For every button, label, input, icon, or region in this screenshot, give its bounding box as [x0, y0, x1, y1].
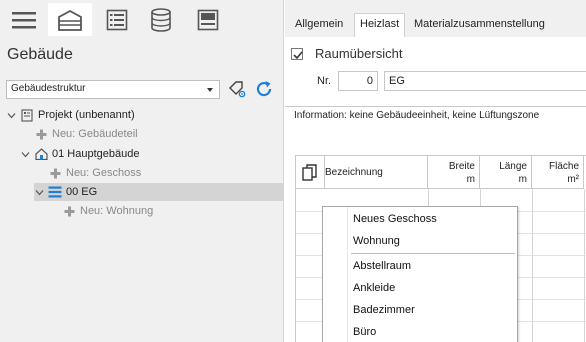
column-title: Fläche — [548, 161, 579, 172]
building-view-button[interactable] — [48, 3, 92, 36]
room-form: Raumübersicht Nr. 0 EG — [285, 37, 586, 107]
list-icon — [106, 9, 128, 30]
panel-icon — [197, 9, 219, 30]
tree-item-main-building[interactable]: 01 Hauptgebäude — [20, 145, 284, 163]
panel-view-button[interactable] — [186, 3, 230, 36]
tab-allgemein[interactable]: Allgemein — [290, 14, 348, 36]
tree-item-project[interactable]: Projekt (unbenannt) — [6, 106, 284, 124]
menu-item-new-floor[interactable]: Neues Geschoss — [349, 208, 517, 230]
left-panel: Gebäude Gebäudestruktur Projekt (unbenan… — [0, 0, 284, 342]
structure-select[interactable]: Gebäudestruktur — [6, 80, 220, 99]
context-menu: Neues Geschoss Wohnung Abstellraum Ankle… — [322, 206, 518, 342]
panel-title: Gebäude — [7, 46, 73, 63]
grid-header-laenge[interactable]: Länge m — [480, 156, 532, 189]
add-icon — [34, 127, 48, 141]
tree-item-label: 01 Hauptgebäude — [52, 148, 140, 160]
tag-settings-button[interactable] — [227, 79, 247, 99]
column-title: Länge — [499, 161, 527, 172]
tab-materialzusammenstellung[interactable]: Materialzusammenstellung — [409, 14, 550, 36]
column-title: Bezeichnung — [325, 167, 383, 178]
database-button[interactable] — [139, 3, 183, 36]
tree-item-new-floor[interactable]: Neu: Geschoss — [34, 164, 284, 182]
nr-label: Nr. — [317, 75, 332, 87]
database-icon — [151, 7, 171, 32]
project-icon — [20, 108, 34, 122]
menu-item-office[interactable]: Büro — [349, 321, 517, 342]
menu-separator — [351, 253, 515, 254]
chevron-down-icon[interactable] — [34, 187, 44, 197]
menu-item-dressing-room[interactable]: Ankleide — [349, 277, 517, 299]
checkmark-icon — [293, 51, 303, 60]
room-overview-label: Raumübersicht — [315, 46, 403, 61]
tag-gear-icon — [229, 81, 246, 98]
menu-button[interactable] — [2, 3, 46, 36]
icon-toolbar — [0, 0, 284, 37]
room-overview-checkbox[interactable] — [291, 48, 303, 60]
house-icon — [34, 147, 48, 161]
building-icon — [58, 9, 82, 31]
name-input[interactable]: EG — [384, 71, 586, 91]
nr-input[interactable]: 0 — [338, 71, 378, 91]
chevron-down-icon[interactable] — [20, 149, 30, 159]
tree-item-label: Neu: Gebäudeteil — [52, 128, 138, 140]
column-unit: m — [466, 174, 475, 185]
menu-item-bathroom[interactable]: Badezimmer — [349, 299, 517, 321]
add-icon — [48, 166, 62, 180]
menu-item-apartment[interactable]: Wohnung — [349, 230, 517, 252]
copy-icon — [302, 164, 317, 181]
column-title: Breite — [448, 161, 475, 172]
column-unit: m² — [567, 174, 579, 185]
menu-icon-gutter — [323, 207, 348, 342]
list-view-button[interactable] — [95, 3, 139, 36]
hamburger-menu-icon — [12, 11, 36, 28]
tree-item-label: Neu: Geschoss — [66, 167, 142, 179]
add-icon — [62, 204, 76, 218]
structure-select-value: Gebäudestruktur — [11, 83, 86, 94]
tab-heizlast[interactable]: Heizlast — [354, 13, 406, 37]
menu-item-storage-room[interactable]: Abstellraum — [349, 255, 517, 277]
tree-item-label: 00 EG — [66, 186, 98, 198]
chevron-down-icon[interactable] — [6, 110, 16, 120]
column-unit: m — [518, 174, 527, 185]
tree-item-label: Neu: Wohnung — [80, 205, 154, 217]
info-text: Information: keine Gebäudeeinheit, keine… — [294, 110, 540, 121]
tree-item-floor-eg[interactable]: 00 EG — [34, 183, 284, 201]
refresh-button[interactable] — [254, 79, 274, 99]
grid-header-flaeche[interactable]: Fläche m² — [532, 156, 584, 189]
grid-header-bezeichnung[interactable]: Bezeichnung — [325, 156, 428, 189]
grid-header-breite[interactable]: Breite m — [428, 156, 480, 189]
tree-item-new-building-part[interactable]: Neu: Gebäudeteil — [20, 125, 284, 143]
refresh-icon — [256, 81, 272, 97]
tree-item-new-apartment[interactable]: Neu: Wohnung — [48, 202, 284, 220]
grid-header-copy[interactable] — [296, 156, 325, 189]
chevron-down-icon — [207, 88, 213, 92]
tree-item-label: Projekt (unbenannt) — [38, 109, 135, 121]
floor-icon — [48, 185, 62, 199]
tab-bar: Allgemein Heizlast Materialzusammenstell… — [285, 0, 586, 37]
